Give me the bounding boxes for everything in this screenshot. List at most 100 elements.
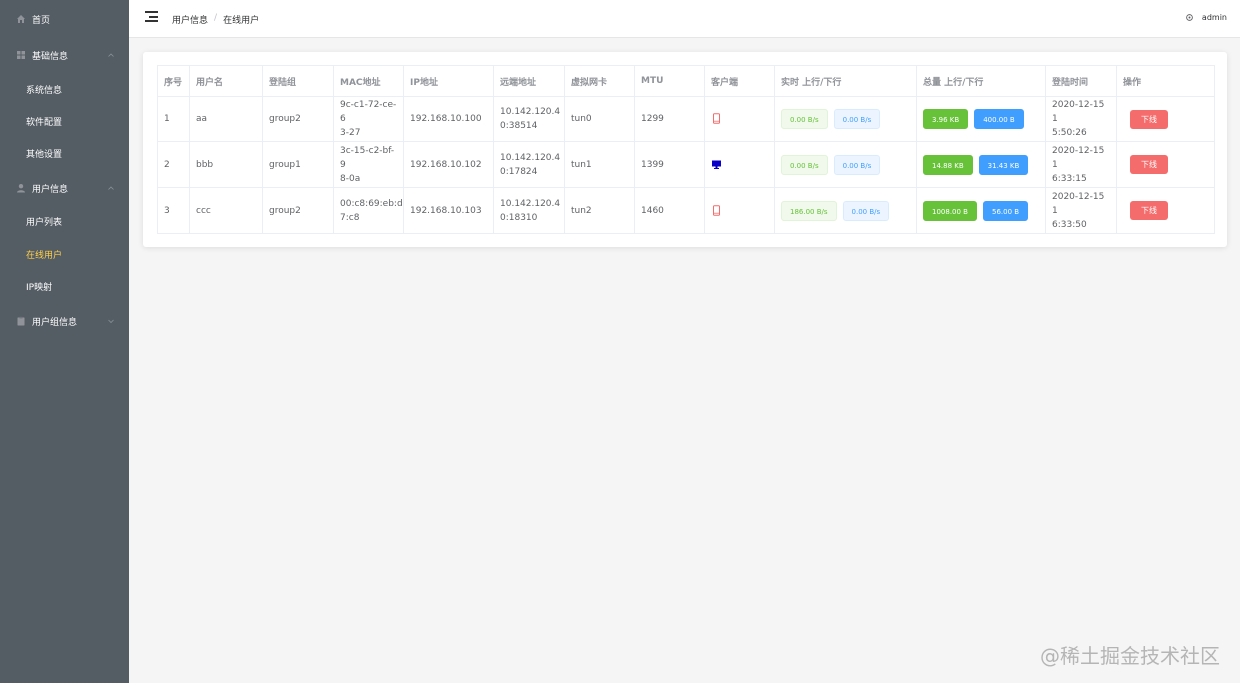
phone-icon xyxy=(713,113,720,124)
breadcrumb-item-online-users: 在线用户 xyxy=(223,16,260,26)
sidebar-item-label: 在线用户 xyxy=(26,250,63,261)
total-download-tag: 56.00 B xyxy=(982,200,1029,221)
cell-action: 下线 xyxy=(1116,141,1215,188)
mac-line-2: 8-0a xyxy=(340,173,361,184)
sidebar-item-label: 首页 xyxy=(32,15,51,26)
sidebar-item-label: IP映射 xyxy=(26,282,53,293)
cell-mtu: 1460 xyxy=(634,187,705,234)
time-line-2: 5:50:26 xyxy=(1052,128,1087,138)
sidebar-item-system-info[interactable]: 系统信息 xyxy=(0,77,129,101)
home-icon xyxy=(16,14,26,24)
breadcrumb-separator: / xyxy=(214,13,218,23)
breadcrumb-item-user-info[interactable]: 用户信息 xyxy=(172,13,208,26)
chevron-up-icon xyxy=(108,186,114,190)
cell-group: group2 xyxy=(262,187,334,234)
sidebar-item-home[interactable]: 首页 xyxy=(0,7,129,31)
cell-client xyxy=(704,96,775,142)
table-row: 3 ccc group2 00:c8:69:eb:d 7:c8 192.168.1… xyxy=(157,187,1215,234)
remote-line-1: 10.142.120.4 xyxy=(500,198,561,209)
sidebar-item-user-info[interactable]: 用户信息 xyxy=(0,176,129,200)
cell-mtu: 1399 xyxy=(634,141,705,188)
time-line-1: 2020-12-15 1 xyxy=(1052,191,1105,216)
mac-line-1: 9c-c1-72-ce-6 xyxy=(340,100,397,124)
cell-action: 下线 xyxy=(1116,187,1215,234)
menu-fold-icon[interactable] xyxy=(145,11,158,22)
col-header: 登陆组 xyxy=(262,65,334,97)
cell-realtime: 186.00 B/s 0.00 B/s xyxy=(774,187,917,234)
user-icon xyxy=(16,183,26,193)
cell-total: 14.88 KB 31.43 KB xyxy=(916,141,1046,188)
realtime-download-tag: 0.00 B/s xyxy=(842,200,890,221)
total-upload-tag: 1008.00 B xyxy=(923,200,977,221)
realtime-download-tag: 0.00 B/s xyxy=(833,154,881,175)
cell-remote: 10.142.120.4 0:18310 xyxy=(493,187,565,234)
col-header: 虚拟网卡 xyxy=(564,65,635,97)
remote-line-2: 0:17824 xyxy=(500,166,538,177)
mac-line-1: 00:c8:69:eb:d xyxy=(340,198,403,209)
realtime-upload-tag: 0.00 B/s xyxy=(781,154,828,175)
sidebar-item-label: 软件配置 xyxy=(26,117,63,128)
total-upload-tag: 14.88 KB xyxy=(923,154,973,175)
cell-remote: 10.142.120.4 0:17824 xyxy=(493,141,565,188)
col-header: 序号 xyxy=(157,65,190,97)
cell-username: bbb xyxy=(189,141,263,188)
clipboard-icon xyxy=(16,316,26,326)
user-menu[interactable]: admin xyxy=(1185,13,1227,22)
col-header: IP地址 xyxy=(403,65,494,97)
header: 用户信息 / 在线用户 admin xyxy=(129,0,1240,38)
sidebar-item-user-list[interactable]: 用户列表 xyxy=(0,209,129,233)
monitor-icon xyxy=(712,160,721,169)
chevron-down-icon xyxy=(108,319,114,324)
cell-tun: tun0 xyxy=(564,96,635,142)
sidebar-item-ip-mapping[interactable]: IP映射 xyxy=(0,274,129,298)
remote-line-2: 0:18310 xyxy=(500,212,538,223)
online-users-card: 序号 用户名 登陆组 MAC地址 IP地址 远端地址 虚拟网卡 MTU 客户端 … xyxy=(143,52,1227,247)
cell-action: 下线 xyxy=(1116,96,1215,142)
table-header-row: 序号 用户名 登陆组 MAC地址 IP地址 远端地址 虚拟网卡 MTU 客户端 … xyxy=(157,65,1215,97)
sidebar-item-user-group-info[interactable]: 用户组信息 xyxy=(0,309,129,333)
sidebar-item-basic-info[interactable]: 基础信息 xyxy=(0,43,129,67)
cell-tun: tun2 xyxy=(564,187,635,234)
cell-realtime: 0.00 B/s 0.00 B/s xyxy=(774,141,917,188)
total-download-tag: 31.43 KB xyxy=(978,154,1029,175)
cell-username: ccc xyxy=(189,187,263,234)
cell-total: 3.96 KB 400.00 B xyxy=(916,96,1046,142)
mac-line-2: 7:c8 xyxy=(340,212,360,223)
logout-button[interactable]: 下线 xyxy=(1130,201,1168,220)
realtime-upload-tag: 0.00 B/s xyxy=(781,109,828,129)
cell-mtu: 1299 xyxy=(634,96,705,142)
cell-remote: 10.142.120.4 0:38514 xyxy=(493,96,565,142)
cell-mac: 9c-c1-72-ce-6 3-27 xyxy=(333,96,404,142)
mac-line-1: 3c-15-c2-bf-9 xyxy=(340,145,395,170)
sidebar: 首页 基础信息 系统信息 软件配置 其他设置 用户信息 用户列表 在线用户 IP… xyxy=(0,0,129,683)
sidebar-item-other-settings[interactable]: 其他设置 xyxy=(0,141,129,165)
cell-ip: 192.168.10.102 xyxy=(403,141,494,188)
sidebar-item-online-users[interactable]: 在线用户 xyxy=(0,242,129,266)
remote-line-1: 10.142.120.4 xyxy=(500,152,561,163)
sidebar-item-label: 系统信息 xyxy=(26,85,63,96)
col-header: 远端地址 xyxy=(493,65,565,97)
gear-icon xyxy=(1186,14,1193,21)
sidebar-item-label: 用户列表 xyxy=(26,217,63,228)
logout-button[interactable]: 下线 xyxy=(1130,155,1168,174)
watermark: @稀土掘金技术社区 xyxy=(1040,644,1220,668)
col-header: MTU xyxy=(634,65,705,97)
cell-index: 3 xyxy=(157,187,190,234)
sidebar-item-label: 其他设置 xyxy=(26,149,63,160)
col-header: 操作 xyxy=(1116,65,1215,97)
col-header: 登陆时间 xyxy=(1045,65,1117,97)
sidebar-item-label: 用户组信息 xyxy=(32,317,78,328)
cell-login-time: 2020-12-15 1 6:33:50 xyxy=(1045,187,1117,234)
table-row: 1 aa group2 9c-c1-72-ce-6 3-27 192.168.10… xyxy=(157,96,1215,142)
cell-tun: tun1 xyxy=(564,141,635,188)
cell-ip: 192.168.10.103 xyxy=(403,187,494,234)
logout-button[interactable]: 下线 xyxy=(1130,109,1168,129)
sidebar-item-software-config[interactable]: 软件配置 xyxy=(0,109,129,133)
phone-icon xyxy=(713,204,720,216)
online-users-table: 序号 用户名 登陆组 MAC地址 IP地址 远端地址 虚拟网卡 MTU 客户端 … xyxy=(157,65,1215,234)
realtime-download-tag: 0.00 B/s xyxy=(833,109,881,129)
cell-group: group1 xyxy=(262,141,334,188)
time-line-2: 6:33:50 xyxy=(1052,219,1087,230)
grid-icon xyxy=(16,50,26,60)
realtime-upload-tag: 186.00 B/s xyxy=(781,200,837,221)
